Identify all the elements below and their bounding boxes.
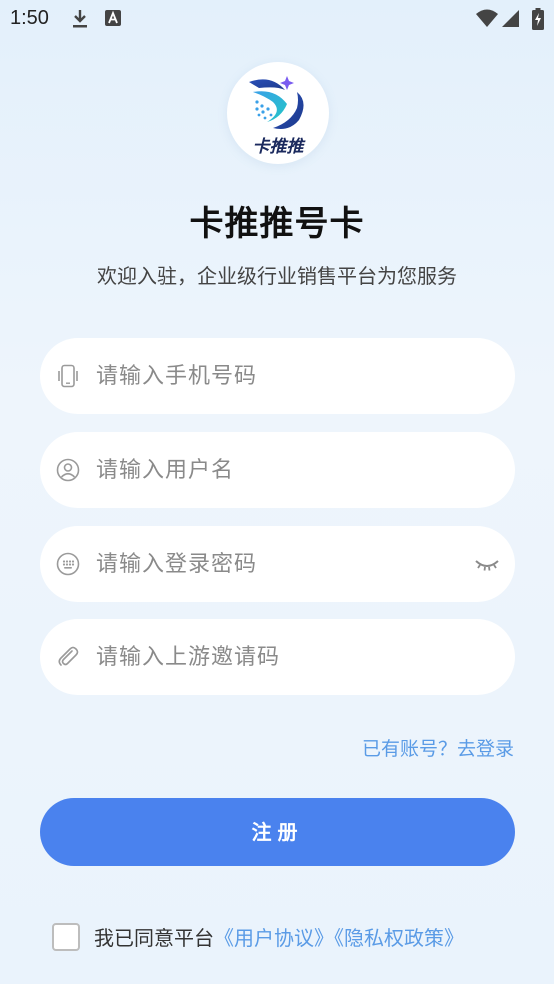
app-subtitle: 欢迎入驻，企业级行业销售平台为您服务 (97, 264, 457, 288)
agreement-row: 我已同意平台《用户协议》《隐私权政策》 (52, 922, 532, 952)
keypad-icon (56, 552, 80, 576)
app-logo: 卡推推 (227, 62, 329, 164)
eye-closed-icon[interactable] (473, 552, 501, 576)
paperclip-icon (58, 646, 79, 666)
download-icon (73, 10, 87, 28)
status-bar: 1:50 (0, 0, 554, 38)
wifi-icon (476, 9, 498, 27)
agree-checkbox[interactable] (52, 923, 80, 951)
battery-charging-icon (532, 8, 544, 30)
signal-icon (502, 10, 519, 27)
phone-icon (58, 364, 78, 388)
app-title: 卡推推号卡 (189, 204, 365, 244)
user-icon (56, 458, 80, 482)
privacy-policy-link[interactable]: 《隐私权政策》 (334, 926, 464, 950)
password-input[interactable] (96, 526, 476, 602)
status-time: 1:50 (10, 7, 49, 29)
user-agreement-link[interactable]: 《用户协议》 (214, 926, 334, 950)
username-field[interactable] (40, 432, 515, 508)
invite-code-input[interactable] (96, 619, 476, 695)
username-input[interactable] (96, 432, 476, 508)
agreement-prefix: 我已同意平台 (94, 926, 214, 950)
phone-input[interactable] (96, 338, 476, 414)
register-button[interactable]: 注册 (40, 798, 515, 866)
phone-field[interactable] (40, 338, 515, 414)
go-login-link[interactable]: 已有账号？去登录 (362, 734, 514, 761)
password-field[interactable] (40, 526, 515, 602)
agreement-text: 我已同意平台《用户协议》《隐私权政策》 (94, 922, 464, 951)
invite-code-field[interactable] (40, 619, 515, 695)
logo-text: 卡推推 (252, 137, 304, 157)
keyboard-notification-icon (105, 10, 121, 26)
